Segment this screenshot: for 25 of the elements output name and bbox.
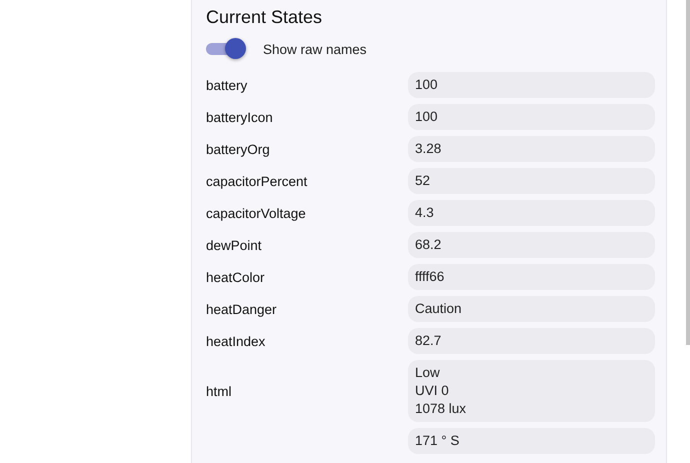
state-name: heatIndex [206,334,266,348]
state-name: capacitorVoltage [206,206,307,220]
state-name: html [206,384,233,398]
state-name: dewPoint [206,238,263,252]
state-name: capacitorPercent [206,174,308,188]
state-value: Low UVI 0 1078 lux [408,360,655,422]
state-value: 100 [408,104,655,130]
state-name: heatColor [206,270,266,284]
state-value: 68.2 [408,232,655,258]
state-value: Caution [408,296,655,322]
state-value: 52 [408,168,655,194]
scrollbar[interactable] [686,0,690,345]
toggle-switch[interactable] [206,38,246,60]
state-value: 100 [408,72,655,98]
state-value: 82.7 [408,328,655,354]
state-name: heatDanger [206,302,278,316]
state-value: 3.28 [408,136,655,162]
state-value: ffff66 [408,264,655,290]
state-name: batteryOrg [206,142,271,156]
state-value: 4.3 [408,200,655,226]
toggle-label: Show raw names [263,42,367,56]
state-name: battery [206,78,248,92]
panel-title: Current States [206,7,324,28]
state-value: 171 ° S [408,428,655,454]
state-name: batteryIcon [206,110,274,124]
